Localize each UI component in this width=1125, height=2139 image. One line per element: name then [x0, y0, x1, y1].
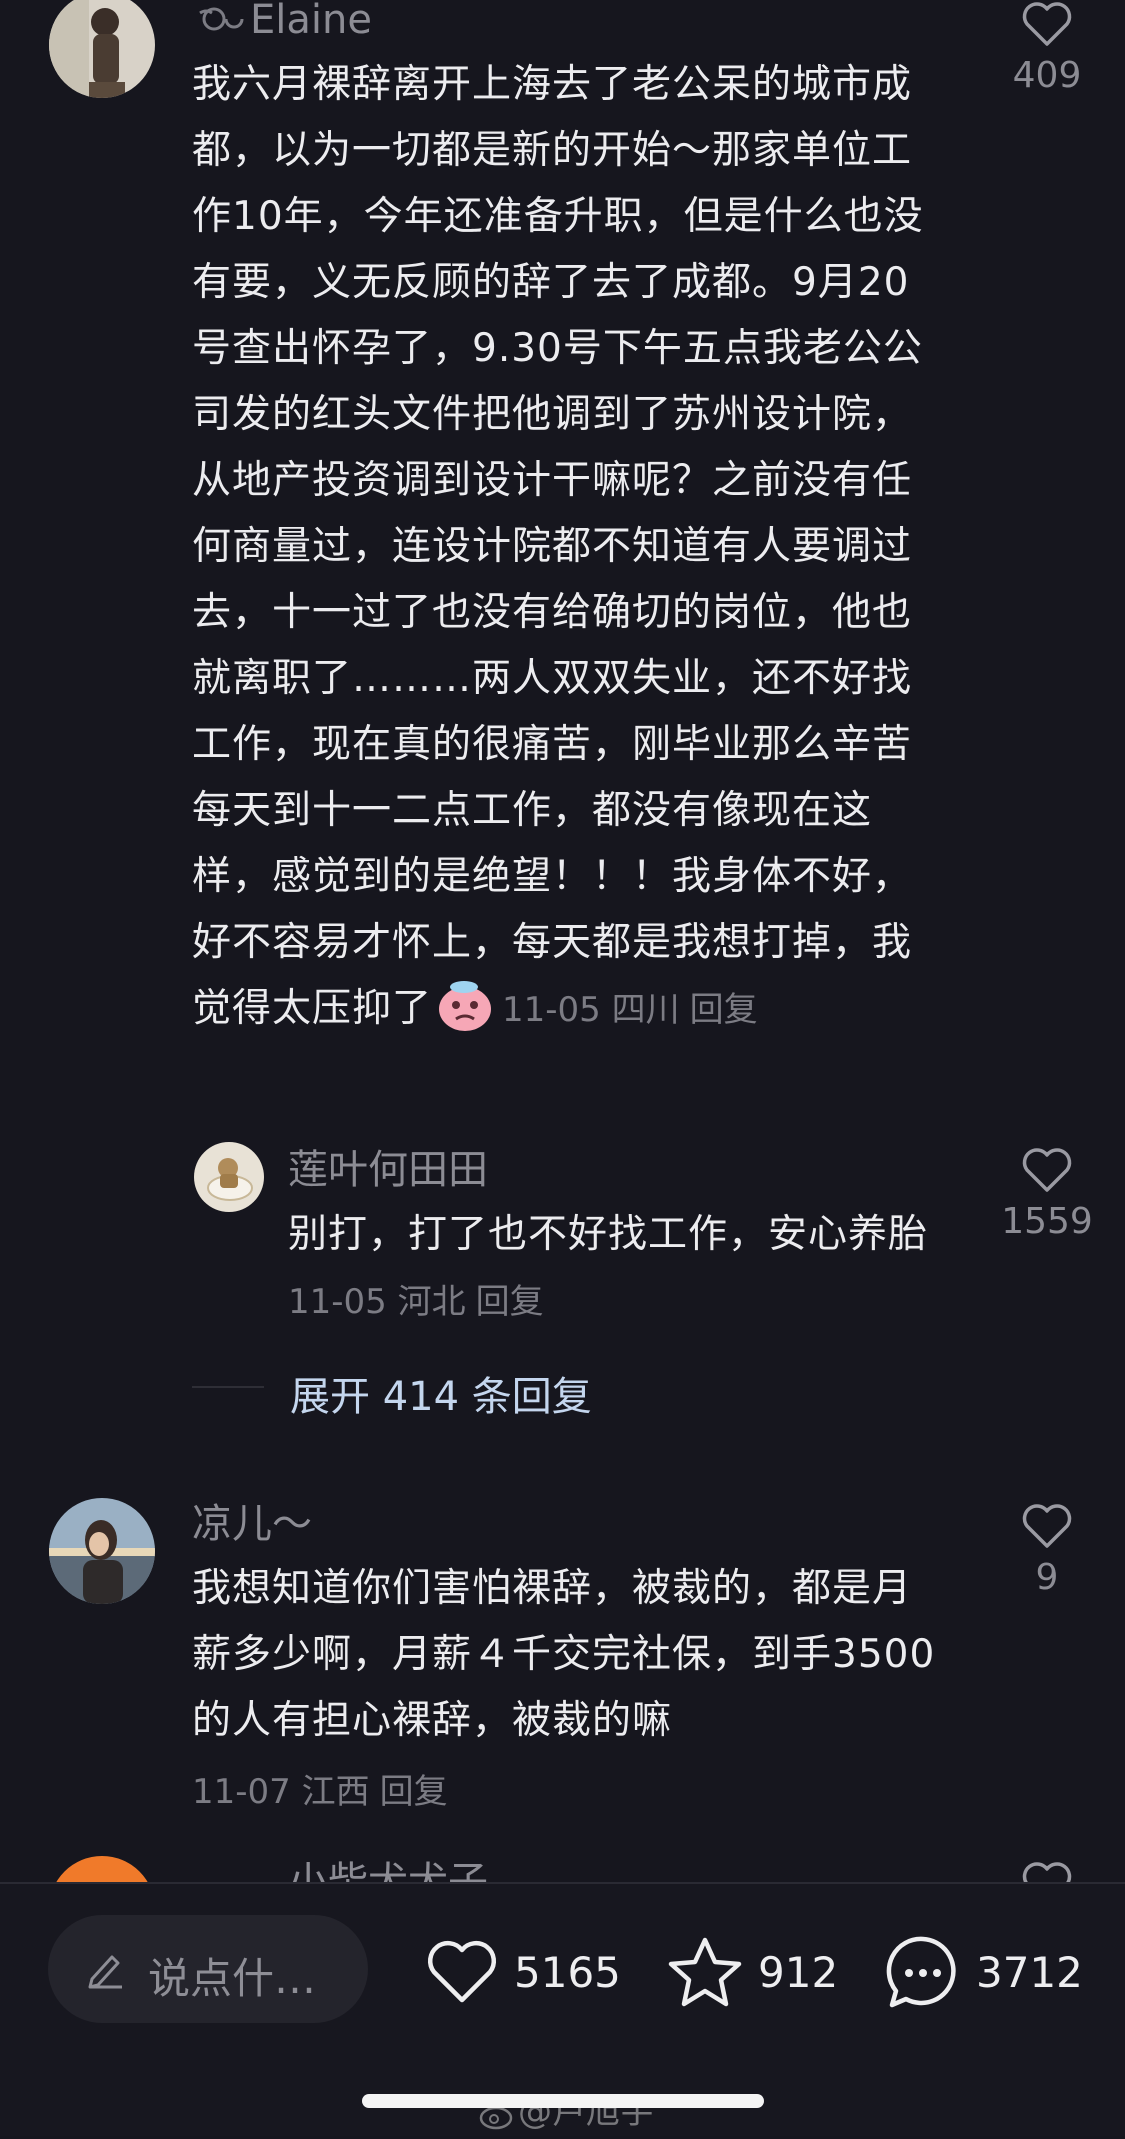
emoji-sticker-icon	[436, 979, 494, 1033]
pencil-icon	[86, 1947, 126, 1993]
comment-count: 3712	[976, 1947, 1083, 1997]
like-count: 9	[1035, 1557, 1059, 1598]
comment-input-placeholder: 说点什…	[148, 1954, 317, 2003]
like-count: 1559	[1001, 1201, 1093, 1242]
like-button[interactable]: 409	[992, 0, 1102, 94]
comment-meta: 11-07 江西 回复	[192, 1764, 448, 1813]
like-button[interactable]: 1559	[992, 1146, 1102, 1240]
comment-date-location: 11-05 四川	[502, 990, 680, 1030]
like-count: 409	[1012, 55, 1082, 96]
reply-username[interactable]: 莲叶何田田	[288, 1150, 488, 1190]
star-icon	[668, 1937, 742, 2007]
heart-icon	[1022, 1862, 1072, 1882]
avatar[interactable]	[49, 1856, 155, 1882]
favorite-button[interactable]: 912	[666, 1932, 838, 2012]
like-button[interactable]	[992, 1860, 1102, 1882]
bottom-action-bar: 说点什… 5165 912 3712 @卢旭宇	[0, 1882, 1125, 2136]
heart-icon	[1022, 2, 1072, 46]
like-count: 5165	[514, 1947, 621, 1997]
comment-username[interactable]: 小柴犬犬子	[288, 1862, 488, 1882]
comment-input[interactable]: 说点什…	[48, 1915, 368, 2023]
expand-replies-button[interactable]: 展开 414 条回复	[192, 1364, 592, 1422]
expand-replies-label: 展开 414 条回复	[290, 1374, 592, 1420]
heart-icon	[427, 1940, 497, 2003]
comment-button[interactable]: 3712	[884, 1932, 1083, 2012]
reply-button[interactable]: 回复	[690, 990, 758, 1030]
comment-bubble-icon	[886, 1936, 956, 2008]
badge-icon	[196, 5, 246, 39]
comment-username[interactable]: 凉儿～	[192, 1504, 312, 1544]
comment-username[interactable]: Elaine	[196, 0, 372, 40]
heart-icon	[1022, 1148, 1072, 1192]
reply-date-location: 11-05 河北	[288, 1282, 466, 1322]
comment-text: 我六月裸辞离开上海去了老公呆的城市成都，以为一切都是新的开始～那家单位工作10年…	[192, 62, 924, 1033]
comment-item: 小柴犬犬子	[0, 1856, 1125, 1882]
like-post-button[interactable]: 5165	[424, 1932, 621, 2012]
heart-icon	[1022, 1504, 1072, 1548]
comment-text: 我想知道你们害怕裸辞，被裁的，都是月薪多少啊，月薪４千交完社保，到手3500的人…	[192, 1566, 936, 1743]
avatar[interactable]	[49, 1498, 155, 1604]
reply-button[interactable]: 回复	[380, 1772, 448, 1812]
reply-button[interactable]: 回复	[476, 1282, 544, 1322]
avatar[interactable]	[49, 0, 155, 98]
comment-date-location: 11-07 江西	[192, 1772, 370, 1812]
favorite-count: 912	[758, 1947, 839, 1997]
home-indicator[interactable]	[362, 2094, 764, 2108]
like-button[interactable]: 9	[992, 1502, 1102, 1596]
comments-page: Elaine 我六月裸辞离开上海去了老公呆的城市成都，以为一切都是新的开始～那家…	[0, 0, 1125, 2136]
reply-text: 别打，打了也不好找工作，安心养胎 11-05 河北 回复	[288, 1212, 929, 1322]
watermark: @卢旭宇	[478, 2084, 654, 2133]
avatar[interactable]	[194, 1142, 264, 1212]
